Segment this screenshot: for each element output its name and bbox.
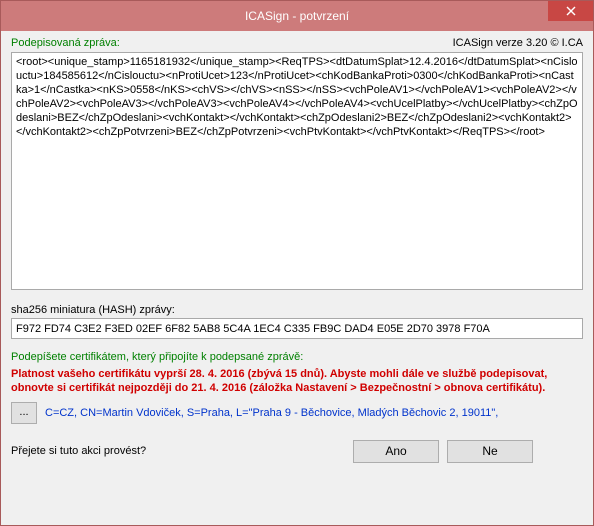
version-text: ICASign verze 3.20 © I.CA — [453, 37, 583, 49]
cert-expiry-warning: Platnost vašeho certifikátu vyprší 28. 4… — [11, 367, 583, 396]
no-button[interactable]: Ne — [447, 440, 533, 463]
certificate-subject: C=CZ, CN=Martin Vdoviček, S=Praha, L="Pr… — [45, 407, 498, 419]
choose-certificate-button[interactable]: ... — [11, 402, 37, 424]
window-title: ICASign - potvrzení — [245, 9, 349, 23]
close-icon — [566, 6, 576, 16]
sign-with-cert-label: Podepíšete certifikátem, který připojíte… — [11, 351, 583, 363]
client-area: Podepisovaná zpráva: ICASign verze 3.20 … — [1, 31, 593, 525]
close-button[interactable] — [548, 1, 593, 21]
hash-field[interactable] — [11, 318, 583, 339]
certificate-row: ... C=CZ, CN=Martin Vdoviček, S=Praha, L… — [11, 402, 583, 424]
confirm-row: Přejete si tuto akci provést? Ano Ne — [11, 440, 583, 463]
confirm-question: Přejete si tuto akci provést? — [11, 445, 146, 457]
hash-label: sha256 miniatura (HASH) zprávy: — [11, 304, 583, 316]
message-content[interactable]: <root><unique_stamp>1165181932</unique_s… — [11, 52, 583, 290]
signed-message-label: Podepisovaná zpráva: — [11, 37, 120, 49]
header-row: Podepisovaná zpráva: ICASign verze 3.20 … — [11, 37, 583, 49]
titlebar: ICASign - potvrzení — [1, 1, 593, 31]
window: ICASign - potvrzení Podepisovaná zpráva:… — [0, 0, 594, 526]
yes-button[interactable]: Ano — [353, 440, 439, 463]
button-group: Ano Ne — [353, 440, 533, 463]
